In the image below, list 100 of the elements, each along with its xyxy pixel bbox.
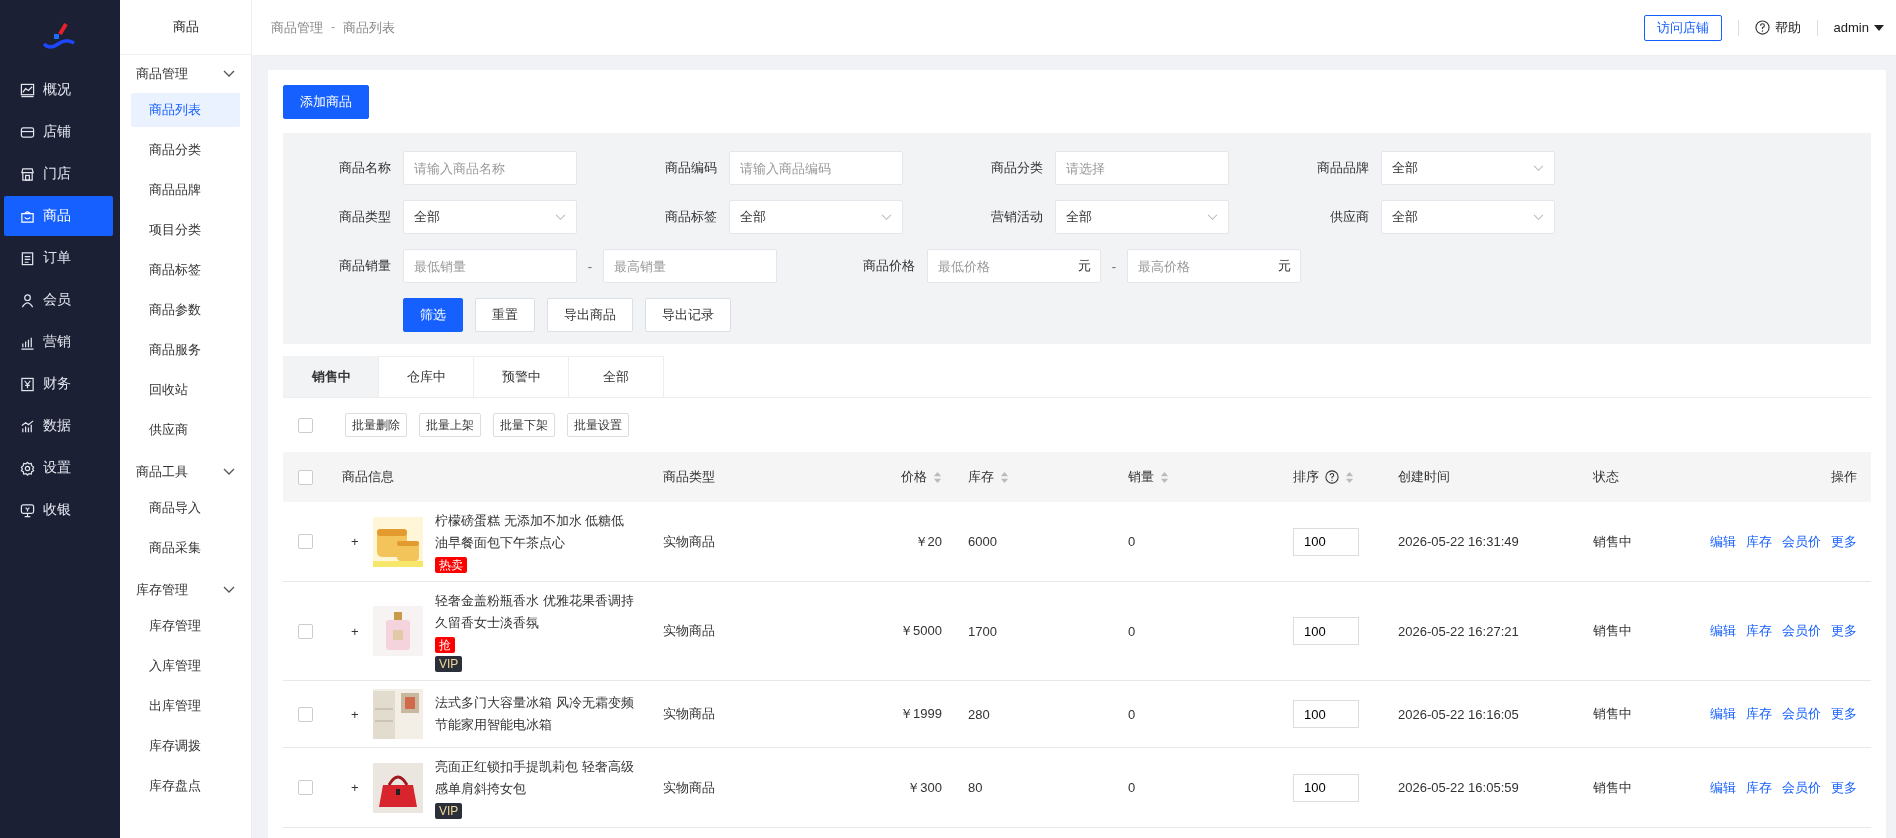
row-action-link[interactable]: 编辑 (1710, 778, 1736, 797)
text-field[interactable]: 请输入商品编码 (729, 151, 903, 185)
menu-group[interactable]: 商品管理 (120, 55, 251, 93)
menu-group[interactable]: 商品工具 (120, 453, 251, 491)
submenu-item[interactable]: 商品导入 (131, 491, 240, 525)
nav-item[interactable]: 商品 (4, 196, 113, 236)
row-action-link[interactable]: 更多 (1831, 622, 1857, 640)
batch-action-button[interactable]: 批量设置 (567, 413, 629, 437)
select-field[interactable]: 全部 (403, 200, 577, 234)
column-header[interactable]: 商品信息 (342, 468, 394, 486)
sort-icon[interactable] (933, 470, 942, 484)
submenu-item[interactable]: 商品参数 (131, 293, 240, 327)
breadcrumb-item[interactable]: 商品列表 (343, 18, 396, 37)
select-field[interactable]: 全部 (1381, 200, 1555, 234)
status-tab[interactable]: 全部 (568, 356, 664, 397)
checkbox[interactable] (298, 534, 313, 549)
product-name[interactable]: 柠檬磅蛋糕 无添加不加水 低糖低油早餐面包下午茶点心 (435, 510, 635, 554)
row-action-link[interactable]: 更多 (1831, 778, 1857, 797)
filter-action-button[interactable]: 导出记录 (645, 298, 731, 332)
menu-group[interactable]: 库存管理 (120, 571, 251, 609)
product-name[interactable]: 轻奢金盖粉瓶香水 优雅花果香调持久留香女士淡香氛 (435, 590, 635, 634)
nav-item[interactable]: 设置 (4, 448, 113, 488)
row-action-link[interactable]: 编辑 (1710, 622, 1736, 640)
filter-action-button[interactable]: 筛选 (403, 298, 463, 332)
batch-action-button[interactable]: 批量下架 (493, 413, 555, 437)
checkbox[interactable] (298, 623, 313, 639)
column-header[interactable]: 操作 (1831, 468, 1857, 486)
status-tab[interactable]: 仓库中 (378, 356, 474, 397)
submenu-item[interactable]: 商品分类 (131, 133, 240, 167)
column-header[interactable]: 销量 (1128, 468, 1169, 486)
checkbox[interactable] (298, 469, 313, 485)
nav-item[interactable]: 数据 (4, 406, 113, 446)
submenu-item[interactable]: 库存调拨 (131, 729, 240, 763)
submenu-item[interactable]: 入库管理 (131, 649, 240, 683)
row-action-link[interactable]: 会员价 (1782, 622, 1821, 640)
expand-toggle[interactable]: + (351, 780, 369, 795)
sort-field[interactable]: 100 (1293, 773, 1359, 802)
select-field[interactable]: 全部 (1055, 200, 1229, 234)
submenu-item[interactable]: 库存管理 (131, 609, 240, 643)
row-action-link[interactable]: 库存 (1746, 532, 1772, 551)
submenu-item[interactable]: 回收站 (131, 373, 240, 407)
submenu-item[interactable]: 商品标签 (131, 253, 240, 287)
sort-icon[interactable] (1345, 470, 1354, 484)
nav-item[interactable]: 会员 (4, 280, 113, 320)
sort-field[interactable]: 100 (1293, 617, 1359, 645)
text-field[interactable]: 请输入商品名称 (403, 151, 577, 185)
row-action-link[interactable]: 编辑 (1710, 532, 1736, 551)
submenu-item[interactable]: 商品列表 (131, 93, 240, 127)
user-menu[interactable]: admin (1833, 20, 1884, 35)
checkbox[interactable] (298, 780, 313, 795)
nav-item[interactable]: 概况 (4, 70, 113, 110)
column-header[interactable]: 商品类型 (663, 468, 715, 486)
expand-toggle[interactable]: + (351, 534, 369, 549)
nav-item[interactable]: 营销 (4, 322, 113, 362)
sort-icon[interactable] (1160, 470, 1169, 484)
nav-item[interactable]: 门店 (4, 154, 113, 194)
submenu-item[interactable]: 商品品牌 (131, 173, 240, 207)
batch-action-button[interactable]: 批量上架 (419, 413, 481, 437)
row-action-link[interactable]: 更多 (1831, 532, 1857, 551)
select-field[interactable]: 全部 (1381, 151, 1555, 185)
expand-toggle[interactable]: + (351, 623, 369, 639)
help-link[interactable]: 帮助 (1754, 18, 1801, 37)
checkbox[interactable] (298, 417, 313, 433)
nav-item[interactable]: 收银 (4, 490, 113, 530)
expand-toggle[interactable]: + (351, 706, 369, 722)
product-name[interactable]: 法式多门大容量冰箱 风冷无霜变频节能家用智能电冰箱 (435, 692, 635, 736)
row-action-link[interactable]: 会员价 (1782, 532, 1821, 551)
filter-action-button[interactable]: 重置 (475, 298, 535, 332)
select-field[interactable]: 全部 (729, 200, 903, 234)
row-action-link[interactable]: 编辑 (1710, 705, 1736, 723)
submenu-item[interactable]: 商品采集 (131, 531, 240, 565)
submenu-item[interactable]: 供应商 (131, 413, 240, 447)
text-field[interactable]: 请选择 (1055, 151, 1229, 185)
column-header[interactable]: 排序 (1293, 468, 1354, 486)
checkbox[interactable] (298, 706, 313, 722)
status-tab[interactable]: 销售中 (283, 356, 379, 397)
breadcrumb-item[interactable]: 商品管理 (271, 18, 323, 37)
submenu-item[interactable]: 库存盘点 (131, 769, 240, 803)
column-header[interactable]: 状态 (1593, 468, 1619, 486)
submenu-item[interactable]: 出库管理 (131, 689, 240, 723)
sort-icon[interactable] (1000, 470, 1009, 484)
visit-store-button[interactable]: 访问店铺 (1643, 14, 1722, 41)
nav-item[interactable]: 财务 (4, 364, 113, 404)
filter-action-button[interactable]: 导出商品 (547, 298, 633, 332)
submenu-item[interactable]: 项目分类 (131, 213, 240, 247)
column-header[interactable]: 创建时间 (1398, 468, 1450, 486)
row-action-link[interactable]: 库存 (1746, 705, 1772, 723)
batch-action-button[interactable]: 批量删除 (345, 413, 407, 437)
column-header[interactable]: 库存 (968, 468, 1009, 486)
row-action-link[interactable]: 会员价 (1782, 778, 1821, 797)
row-action-link[interactable]: 库存 (1746, 622, 1772, 640)
sort-field[interactable]: 100 (1293, 527, 1359, 556)
nav-item[interactable]: 店铺 (4, 112, 113, 152)
row-action-link[interactable]: 更多 (1831, 705, 1857, 723)
range-max-field[interactable]: 最高销量 (603, 249, 777, 283)
range-min-field[interactable]: 最低销量 (403, 249, 577, 283)
column-header[interactable]: 价格 (901, 468, 942, 486)
add-product-button[interactable]: 添加商品 (283, 85, 369, 119)
submenu-item[interactable]: 商品服务 (131, 333, 240, 367)
sort-field[interactable]: 100 (1293, 700, 1359, 728)
